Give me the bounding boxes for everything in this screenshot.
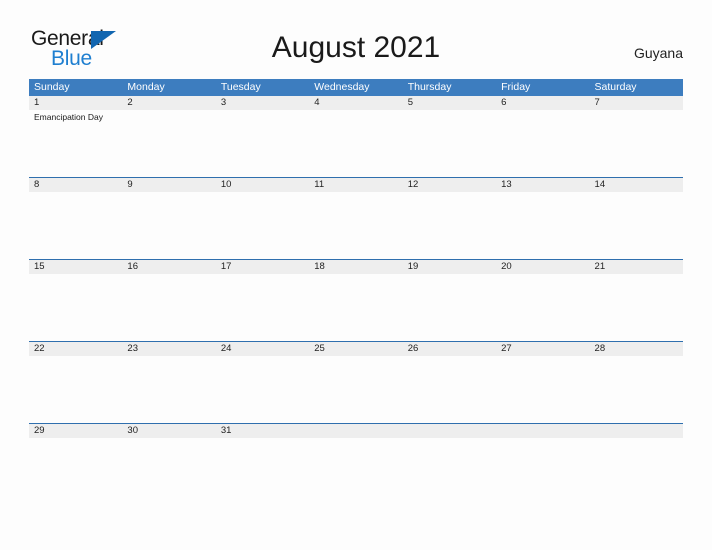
day-cell[interactable] xyxy=(29,274,122,341)
day-number-band: 22 23 24 25 26 27 28 xyxy=(29,342,683,356)
day-event-band xyxy=(29,192,683,259)
day-number[interactable]: 1 xyxy=(29,96,122,110)
day-cell[interactable] xyxy=(496,192,589,259)
day-number[interactable]: 25 xyxy=(309,342,402,356)
calendar-week-row: 1 2 3 4 5 6 7 Emancipation Day xyxy=(29,96,683,177)
calendar-grid: Sunday Monday Tuesday Wednesday Thursday… xyxy=(29,79,683,505)
day-number-band: 1 2 3 4 5 6 7 xyxy=(29,96,683,110)
day-cell[interactable] xyxy=(309,356,402,423)
day-number[interactable]: 2 xyxy=(122,96,215,110)
day-number[interactable]: 7 xyxy=(590,96,683,110)
calendar-week-row: 29 30 31 xyxy=(29,423,683,505)
weekday-header-thursday: Thursday xyxy=(407,81,452,93)
weekday-header-row: Sunday Monday Tuesday Wednesday Thursday… xyxy=(29,79,683,96)
day-number[interactable]: 24 xyxy=(216,342,309,356)
day-cell[interactable] xyxy=(216,274,309,341)
day-cell[interactable] xyxy=(309,192,402,259)
day-cell[interactable] xyxy=(122,192,215,259)
day-cell[interactable]: Emancipation Day xyxy=(29,110,122,177)
day-cell-empty xyxy=(496,438,589,505)
day-cell[interactable] xyxy=(496,356,589,423)
day-number[interactable]: 21 xyxy=(590,260,683,274)
weekday-header-monday: Monday xyxy=(127,81,165,93)
day-number[interactable]: 28 xyxy=(590,342,683,356)
day-cell[interactable] xyxy=(590,110,683,177)
day-number[interactable]: 22 xyxy=(29,342,122,356)
day-number[interactable]: 26 xyxy=(403,342,496,356)
day-cell[interactable] xyxy=(216,356,309,423)
day-cell-empty xyxy=(403,438,496,505)
day-cell[interactable] xyxy=(590,192,683,259)
day-number[interactable]: 31 xyxy=(216,424,309,438)
day-number[interactable]: 23 xyxy=(122,342,215,356)
day-number[interactable]: 5 xyxy=(403,96,496,110)
day-number[interactable]: 11 xyxy=(309,178,402,192)
country-label: Guyana xyxy=(633,45,683,61)
day-cell[interactable] xyxy=(309,110,402,177)
day-number[interactable]: 15 xyxy=(29,260,122,274)
weekday-header-wednesday: Wednesday xyxy=(314,81,370,93)
day-cell-empty xyxy=(309,438,402,505)
day-cell[interactable] xyxy=(590,274,683,341)
day-event-band xyxy=(29,356,683,423)
day-cell[interactable] xyxy=(403,274,496,341)
weekday-header-tuesday: Tuesday xyxy=(220,81,261,93)
day-number[interactable]: 17 xyxy=(216,260,309,274)
day-number[interactable]: 27 xyxy=(496,342,589,356)
day-cell[interactable] xyxy=(29,438,122,505)
day-number[interactable]: 8 xyxy=(29,178,122,192)
day-cell[interactable] xyxy=(403,356,496,423)
day-cell[interactable] xyxy=(496,274,589,341)
day-event-band xyxy=(29,274,683,341)
day-number-band: 8 9 10 11 12 13 14 xyxy=(29,178,683,192)
calendar-page: General Blue August 2021 Guyana Sunday M… xyxy=(0,0,712,550)
weekday-header-sunday: Sunday xyxy=(34,81,70,93)
day-cell[interactable] xyxy=(216,192,309,259)
calendar-week-row: 8 9 10 11 12 13 14 xyxy=(29,177,683,259)
day-number-empty xyxy=(403,424,496,438)
weekday-header-friday: Friday xyxy=(501,81,531,93)
day-cell[interactable] xyxy=(216,438,309,505)
day-number[interactable]: 3 xyxy=(216,96,309,110)
day-cell[interactable] xyxy=(216,110,309,177)
day-event-band xyxy=(29,438,683,505)
day-cell[interactable] xyxy=(122,438,215,505)
day-event-label: Emancipation Day xyxy=(34,112,103,122)
day-cell[interactable] xyxy=(403,192,496,259)
calendar-week-row: 22 23 24 25 26 27 28 xyxy=(29,341,683,423)
day-cell[interactable] xyxy=(403,110,496,177)
day-number[interactable]: 16 xyxy=(122,260,215,274)
day-number-band: 29 30 31 xyxy=(29,424,683,438)
day-number[interactable]: 30 xyxy=(122,424,215,438)
day-cell[interactable] xyxy=(122,356,215,423)
calendar-week-row: 15 16 17 18 19 20 21 xyxy=(29,259,683,341)
day-number-band: 15 16 17 18 19 20 21 xyxy=(29,260,683,274)
day-number[interactable]: 10 xyxy=(216,178,309,192)
day-cell[interactable] xyxy=(29,192,122,259)
day-number[interactable]: 12 xyxy=(403,178,496,192)
day-number[interactable]: 6 xyxy=(496,96,589,110)
day-cell[interactable] xyxy=(496,110,589,177)
day-number[interactable]: 18 xyxy=(309,260,402,274)
day-cell[interactable] xyxy=(122,274,215,341)
day-number[interactable]: 19 xyxy=(403,260,496,274)
day-number-empty xyxy=(309,424,402,438)
day-number[interactable]: 4 xyxy=(309,96,402,110)
day-event-band: Emancipation Day xyxy=(29,110,683,177)
weekday-header-saturday: Saturday xyxy=(594,81,637,93)
day-cell[interactable] xyxy=(29,356,122,423)
day-cell[interactable] xyxy=(309,274,402,341)
day-cell[interactable] xyxy=(122,110,215,177)
day-number-empty xyxy=(590,424,683,438)
page-title: August 2021 xyxy=(271,31,441,64)
day-cell-empty xyxy=(590,438,683,505)
day-number[interactable]: 29 xyxy=(29,424,122,438)
day-number[interactable]: 9 xyxy=(122,178,215,192)
day-number[interactable]: 14 xyxy=(590,178,683,192)
day-number-empty xyxy=(496,424,589,438)
page-header: General Blue August 2021 Guyana xyxy=(0,0,712,78)
day-number[interactable]: 20 xyxy=(496,260,589,274)
day-number[interactable]: 13 xyxy=(496,178,589,192)
day-cell[interactable] xyxy=(590,356,683,423)
